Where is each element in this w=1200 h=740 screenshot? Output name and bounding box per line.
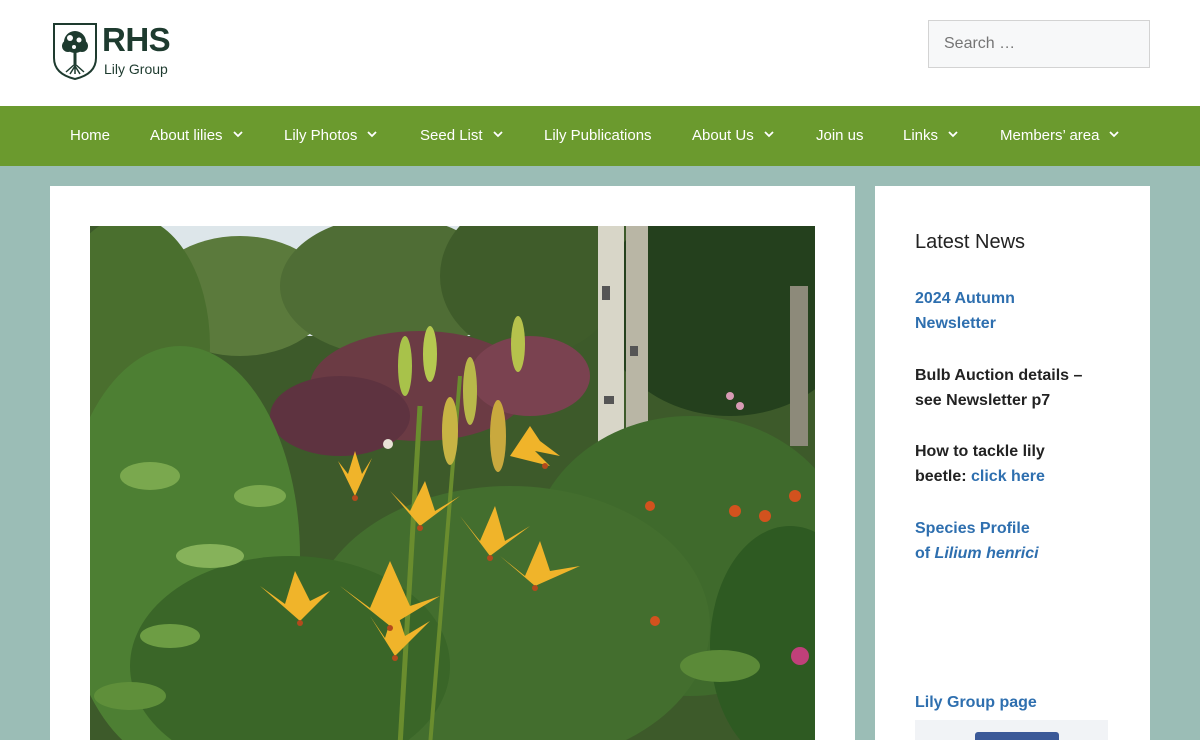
chevron-down-icon <box>1109 130 1120 138</box>
nav-label: Join us <box>816 127 864 144</box>
main-content <box>50 186 855 740</box>
news-item-lily-beetle: How to tackle lily beetle: click here <box>915 443 1045 485</box>
nav-label: About lilies <box>150 127 223 144</box>
logo-brand: RHS <box>102 21 171 58</box>
nav-item-links[interactable]: Links <box>903 106 958 166</box>
nav-item-about-us[interactable]: About Us <box>692 106 774 166</box>
nav-item-home[interactable]: Home <box>70 106 110 166</box>
facebook-button[interactable] <box>975 732 1059 740</box>
chevron-down-icon <box>232 130 243 138</box>
nav-label: Lily Photos <box>284 127 358 144</box>
nav-item-members-area[interactable]: Members’ area <box>1000 106 1120 166</box>
news-item-newsletter[interactable]: 2024 Autumn Newsletter <box>915 286 1115 336</box>
site-header: RHS Lily Group <box>0 0 1200 106</box>
logo-subtitle: Lily Group <box>104 61 168 77</box>
chevron-down-icon <box>492 130 503 138</box>
nav-label: Members’ area <box>1000 127 1100 144</box>
rhs-lily-group-logo[interactable]: RHS Lily Group <box>52 22 176 84</box>
news-item-species-profile[interactable]: Species Profile of Lilium henrici <box>915 516 1115 566</box>
news-item-bulb-auction: Bulb Auction details – see Newsletter p7 <box>915 367 1083 409</box>
newsletter-link[interactable]: 2024 Autumn Newsletter <box>915 290 1015 332</box>
chevron-down-icon <box>948 130 958 138</box>
tree-shield-icon <box>52 22 98 81</box>
sidebar: Latest News 2024 Autumn Newsletter Bulb … <box>875 186 1150 740</box>
nav-label: Links <box>903 127 939 144</box>
chevron-down-icon <box>764 130 774 138</box>
nav-label: Lily Publications <box>544 127 652 144</box>
lily-garden-photo <box>90 226 815 740</box>
species-profile-link[interactable]: Species Profile of Lilium henrici <box>915 520 1039 562</box>
nav-label: Seed List <box>420 127 483 144</box>
widget-title-latest-news: Latest News <box>915 231 1026 253</box>
nav-item-lily-publications[interactable]: Lily Publications <box>544 106 652 166</box>
nav-item-lily-photos[interactable]: Lily Photos <box>284 106 378 166</box>
lily-beetle-link[interactable]: click here <box>971 468 1045 485</box>
nav-item-join-us[interactable]: Join us <box>816 106 864 166</box>
chevron-down-icon <box>367 130 378 138</box>
lily-group-page-heading[interactable]: Lily Group page <box>915 694 1037 712</box>
facebook-page-embed[interactable] <box>915 720 1108 740</box>
search-input[interactable] <box>928 20 1150 68</box>
nav-label: Home <box>70 127 111 144</box>
nav-item-about-lilies[interactable]: About lilies <box>150 106 243 166</box>
main-navigation: Home About lilies Lily Photos Seed List … <box>0 106 1200 166</box>
nav-label: About Us <box>692 127 754 144</box>
nav-item-seed-list[interactable]: Seed List <box>420 106 503 166</box>
